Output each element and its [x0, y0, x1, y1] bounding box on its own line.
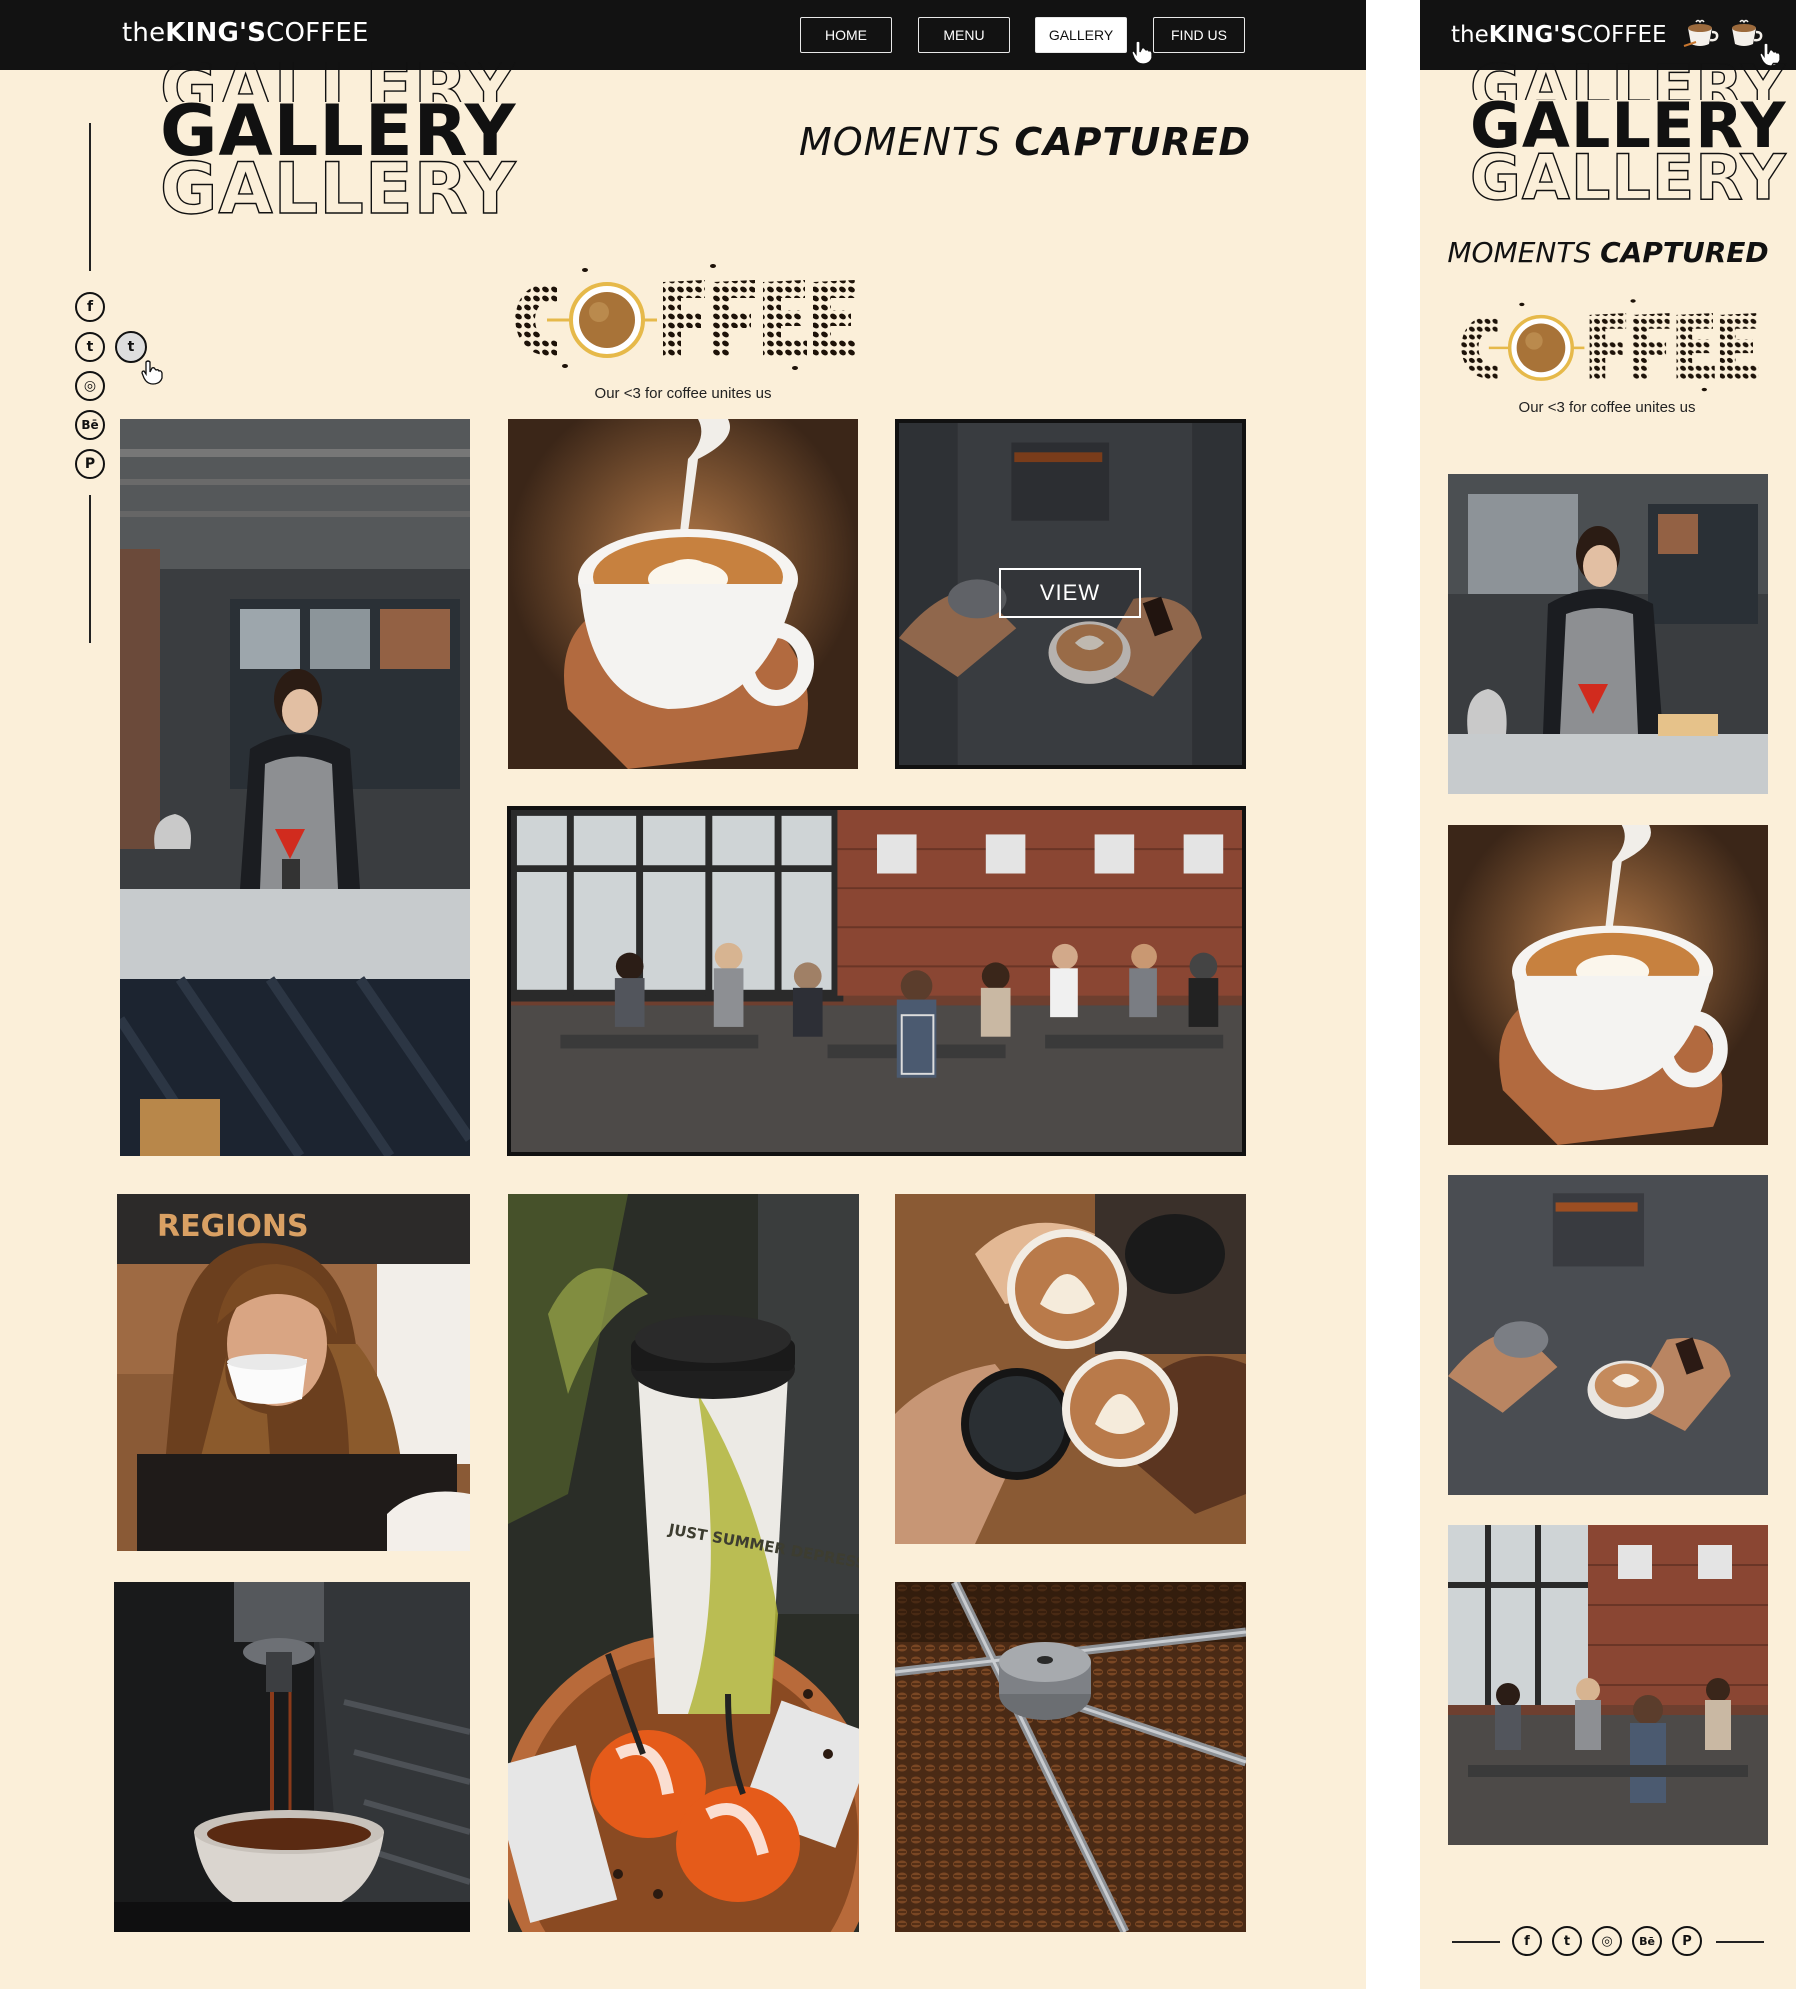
desktop-frame: theKING'SCOFFEE HOME MENU GALLERY FIND U…: [0, 0, 1366, 1989]
behance-icon[interactable]: Bē: [75, 410, 105, 440]
hand-cursor-icon: [141, 360, 163, 385]
coffee-tagline: Our <3 for coffee unites us: [594, 385, 772, 402]
footer-line-right: [1716, 1941, 1764, 1943]
mobile-brand-logo[interactable]: theKING'SCOFFEE: [1451, 22, 1667, 48]
top-navbar: theKING'SCOFFEE HOME MENU GALLERY FIND U…: [0, 0, 1366, 70]
gallery-outline-bottom: GALLERY: [159, 148, 517, 230]
woman-drinking-coffee-photo[interactable]: REGIONS: [117, 1194, 470, 1551]
brand-bold: KING'S: [165, 18, 267, 48]
nav-home-button[interactable]: HOME: [800, 17, 892, 53]
mobile-barista-pour-over-photo[interactable]: [1448, 474, 1768, 794]
mobile-moments-captured-heading: MOMENTS CAPTURED: [1420, 236, 1796, 269]
barista-latte-view-photo[interactable]: VIEW: [895, 419, 1246, 769]
iced-coffee-cup-photo[interactable]: JUST SUMMER DEPRESSION: [508, 1194, 859, 1932]
view-button[interactable]: VIEW: [999, 568, 1141, 618]
barista-pour-over-photo[interactable]: [120, 419, 470, 1156]
cheers-lattes-photo[interactable]: [895, 1194, 1246, 1544]
brand-prefix: the: [122, 18, 166, 48]
hand-cursor-icon: [1131, 40, 1153, 65]
mobile-coffee-tagline: Our <3 for coffee unites us: [1518, 399, 1696, 416]
espresso-machine-photo[interactable]: [114, 1582, 470, 1932]
footer-twitter-icon[interactable]: t: [1552, 1926, 1582, 1956]
nav-gallery-button[interactable]: GALLERY: [1035, 17, 1127, 53]
twitter-icon[interactable]: t: [75, 332, 105, 362]
social-divider-top: [89, 123, 91, 271]
facebook-icon[interactable]: f: [75, 292, 105, 322]
footer-facebook-icon[interactable]: f: [1512, 1926, 1542, 1956]
footer-behance-icon[interactable]: Bē: [1632, 1926, 1662, 1956]
cafe-interior-crowd-photo[interactable]: [507, 806, 1246, 1156]
mobile-barista-latte-photo[interactable]: [1448, 1175, 1768, 1495]
pinterest-icon[interactable]: P: [75, 449, 105, 479]
mobile-moments-bold-text: CAPTURED: [1600, 236, 1769, 269]
mobile-gallery-heading: GALLERY GALLERY GALLERY: [1469, 62, 1787, 214]
mobile-frame: theKING'SCOFFEE GALLERY GALLERY GALLERY …: [1420, 0, 1796, 1989]
coffee-roaster-beans-photo[interactable]: [895, 1582, 1246, 1932]
mobile-cafe-interior-photo[interactable]: [1448, 1525, 1768, 1845]
nav-find-us-button[interactable]: FIND US: [1153, 17, 1245, 53]
moments-light-text: MOMENTS: [798, 120, 1002, 164]
mobile-latte-art-pour-photo[interactable]: [1448, 825, 1768, 1145]
footer-line-left: [1452, 1941, 1500, 1943]
moments-captured-heading: MOMENTS CAPTURED: [116, 120, 1366, 164]
brand-suffix: COFFEE: [266, 18, 369, 48]
nav-menu-button[interactable]: MENU: [918, 17, 1010, 53]
coffee-cup-menu-icon[interactable]: [1682, 18, 1720, 50]
coffee-bean-logo: [515, 264, 857, 370]
mobile-brand-bold: KING'S: [1488, 22, 1577, 48]
footer-pinterest-icon[interactable]: P: [1672, 1926, 1702, 1956]
social-divider-bottom: [89, 495, 91, 643]
mobile-moments-light-text: MOMENTS: [1447, 236, 1592, 269]
mobile-brand-suffix: COFFEE: [1576, 22, 1667, 48]
moments-bold-text: CAPTURED: [1014, 120, 1251, 164]
latte-art-pour-photo[interactable]: [508, 419, 858, 769]
footer-instagram-icon[interactable]: ◎: [1592, 1926, 1622, 1956]
mobile-gallery-outline-bottom: GALLERY: [1469, 141, 1787, 214]
brand-logo[interactable]: theKING'SCOFFEE: [122, 18, 369, 48]
mobile-coffee-bean-logo: [1461, 299, 1759, 392]
regions-sign-text: REGIONS: [157, 1209, 309, 1244]
mobile-top-navbar: theKING'SCOFFEE: [1420, 0, 1796, 70]
mobile-brand-prefix: the: [1451, 22, 1489, 48]
instagram-icon[interactable]: ◎: [75, 371, 105, 401]
